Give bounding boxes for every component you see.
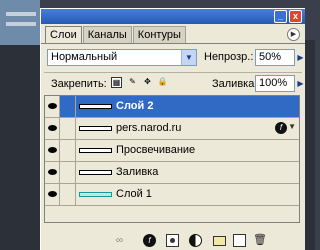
lock-label: Закрепить: — [51, 78, 107, 90]
visibility-toggle[interactable] — [45, 184, 60, 205]
layer-thumbnail — [79, 192, 112, 197]
minimize-button[interactable]: _ — [274, 10, 287, 23]
opacity-input[interactable]: 50% — [255, 49, 295, 66]
layers-toolbar: ∞ f 🗑 — [41, 230, 305, 250]
layer-name: Просвечивание — [116, 144, 196, 156]
new-group-icon[interactable] — [213, 236, 226, 246]
layers-palette: _ x Слои Каналы Контуры ▶ Нормальный ▼ Н… — [40, 8, 305, 250]
eye-icon — [48, 191, 57, 197]
layer-row[interactable]: Слой 2 — [45, 96, 299, 118]
lock-position-icon[interactable]: ✥ — [142, 77, 153, 88]
layer-effects-icon[interactable]: f — [275, 122, 287, 134]
expand-effects-icon[interactable]: ▼ — [288, 122, 296, 131]
layer-row[interactable]: Заливка — [45, 162, 299, 184]
layer-row[interactable]: pers.narod.ru f ▼ — [45, 118, 299, 140]
workspace-backdrop — [0, 0, 40, 45]
layer-name: Слой 1 — [116, 188, 152, 200]
layer-row[interactable]: Просвечивание — [45, 140, 299, 162]
link-cell[interactable] — [60, 184, 76, 205]
adjustment-layer-icon[interactable] — [189, 234, 202, 247]
link-layers-icon[interactable]: ∞ — [113, 234, 126, 247]
layer-name: pers.narod.ru — [116, 122, 182, 134]
fill-slider-arrow-icon[interactable]: ▶ — [296, 76, 305, 91]
link-cell[interactable] — [60, 96, 76, 117]
layer-name: Слой 2 — [116, 100, 154, 112]
layers-list: Слой 2 pers.narod.ru f ▼ Просвечивание З… — [44, 95, 300, 223]
fill-value: 100% — [259, 77, 288, 89]
opacity-value: 50% — [259, 51, 282, 63]
layer-thumbnail — [79, 104, 112, 109]
tab-divider — [41, 43, 305, 44]
blend-mode-value: Нормальный — [51, 51, 118, 63]
workspace-background — [0, 45, 40, 250]
close-button[interactable]: x — [289, 10, 302, 23]
opacity-label: Непрозр.: — [204, 51, 254, 63]
fill-label: Заливка: — [212, 78, 258, 90]
divider — [44, 72, 302, 73]
lock-all-icon[interactable]: 🔒 — [157, 77, 168, 88]
opacity-slider-arrow-icon[interactable]: ▶ — [296, 50, 305, 65]
eye-icon — [48, 103, 57, 109]
palette-menu-arrow-icon[interactable]: ▶ — [287, 28, 300, 41]
layer-mask-icon[interactable] — [166, 234, 179, 247]
eye-icon — [48, 147, 57, 153]
layer-style-icon[interactable]: f — [143, 234, 156, 247]
visibility-toggle[interactable] — [45, 118, 60, 139]
lock-transparency-icon[interactable]: ▦ — [111, 77, 122, 88]
eye-icon — [48, 169, 57, 175]
blend-mode-select[interactable]: Нормальный ▼ — [47, 49, 197, 66]
new-layer-icon[interactable] — [233, 234, 246, 247]
visibility-toggle[interactable] — [45, 162, 60, 183]
visibility-toggle[interactable] — [45, 96, 60, 117]
layer-thumbnail — [79, 148, 112, 153]
layer-row[interactable]: Слой 1 — [45, 184, 299, 206]
link-cell[interactable] — [60, 118, 76, 139]
eye-icon — [48, 125, 57, 131]
chevron-down-icon[interactable]: ▼ — [181, 50, 196, 65]
fill-input[interactable]: 100% — [255, 75, 295, 92]
tab-layers[interactable]: Слои — [45, 26, 82, 43]
visibility-toggle[interactable] — [45, 140, 60, 161]
tab-paths[interactable]: Контуры — [132, 26, 186, 43]
tab-channels[interactable]: Каналы — [82, 26, 132, 43]
delete-layer-icon[interactable]: 🗑 — [253, 234, 267, 247]
link-cell[interactable] — [60, 162, 76, 183]
layer-name: Заливка — [116, 166, 159, 178]
link-cell[interactable] — [60, 140, 76, 161]
palette-tabs: Слои Каналы Контуры — [45, 26, 187, 43]
lock-image-icon[interactable]: ✎ — [127, 77, 138, 88]
layer-thumbnail — [79, 126, 112, 131]
layer-thumbnail — [79, 170, 112, 175]
palette-titlebar[interactable]: _ x — [41, 9, 305, 24]
